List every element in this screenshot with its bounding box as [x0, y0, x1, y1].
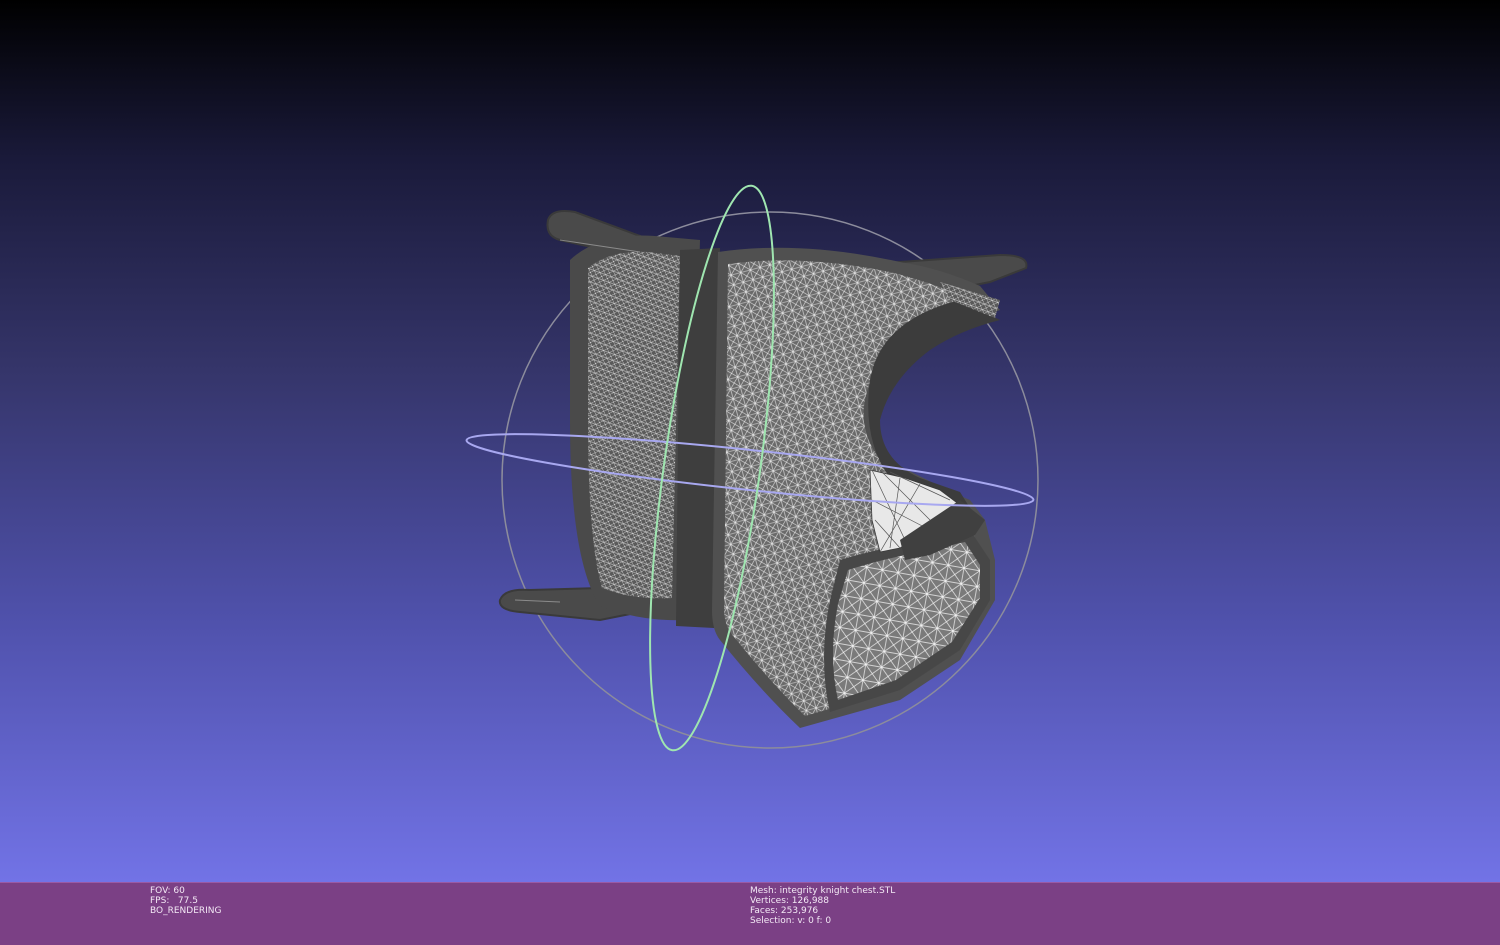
fov-text: FOV: 60: [150, 886, 185, 896]
fps-text: FPS: 77.5: [150, 896, 198, 906]
render-info: FOV: 60 FPS: 77.5 BO_RENDERING: [150, 886, 222, 916]
mesh-scene[interactable]: [0, 0, 1500, 882]
faces-text: Faces: 253,976: [750, 906, 819, 916]
3d-viewport[interactable]: [0, 0, 1500, 882]
render-mode-text: BO_RENDERING: [150, 906, 222, 916]
mesh-info: Mesh: integrity knight chest.STL Vertice…: [750, 886, 895, 926]
mesh-name-text: Mesh: integrity knight chest.STL: [750, 886, 896, 896]
selection-text: Selection: v: 0 f: 0: [750, 916, 832, 926]
status-bar: FOV: 60 FPS: 77.5 BO_RENDERING Mesh: int…: [0, 882, 1500, 945]
chest-armor-mesh: [498, 210, 1028, 728]
vertices-text: Vertices: 126,988: [750, 896, 830, 906]
